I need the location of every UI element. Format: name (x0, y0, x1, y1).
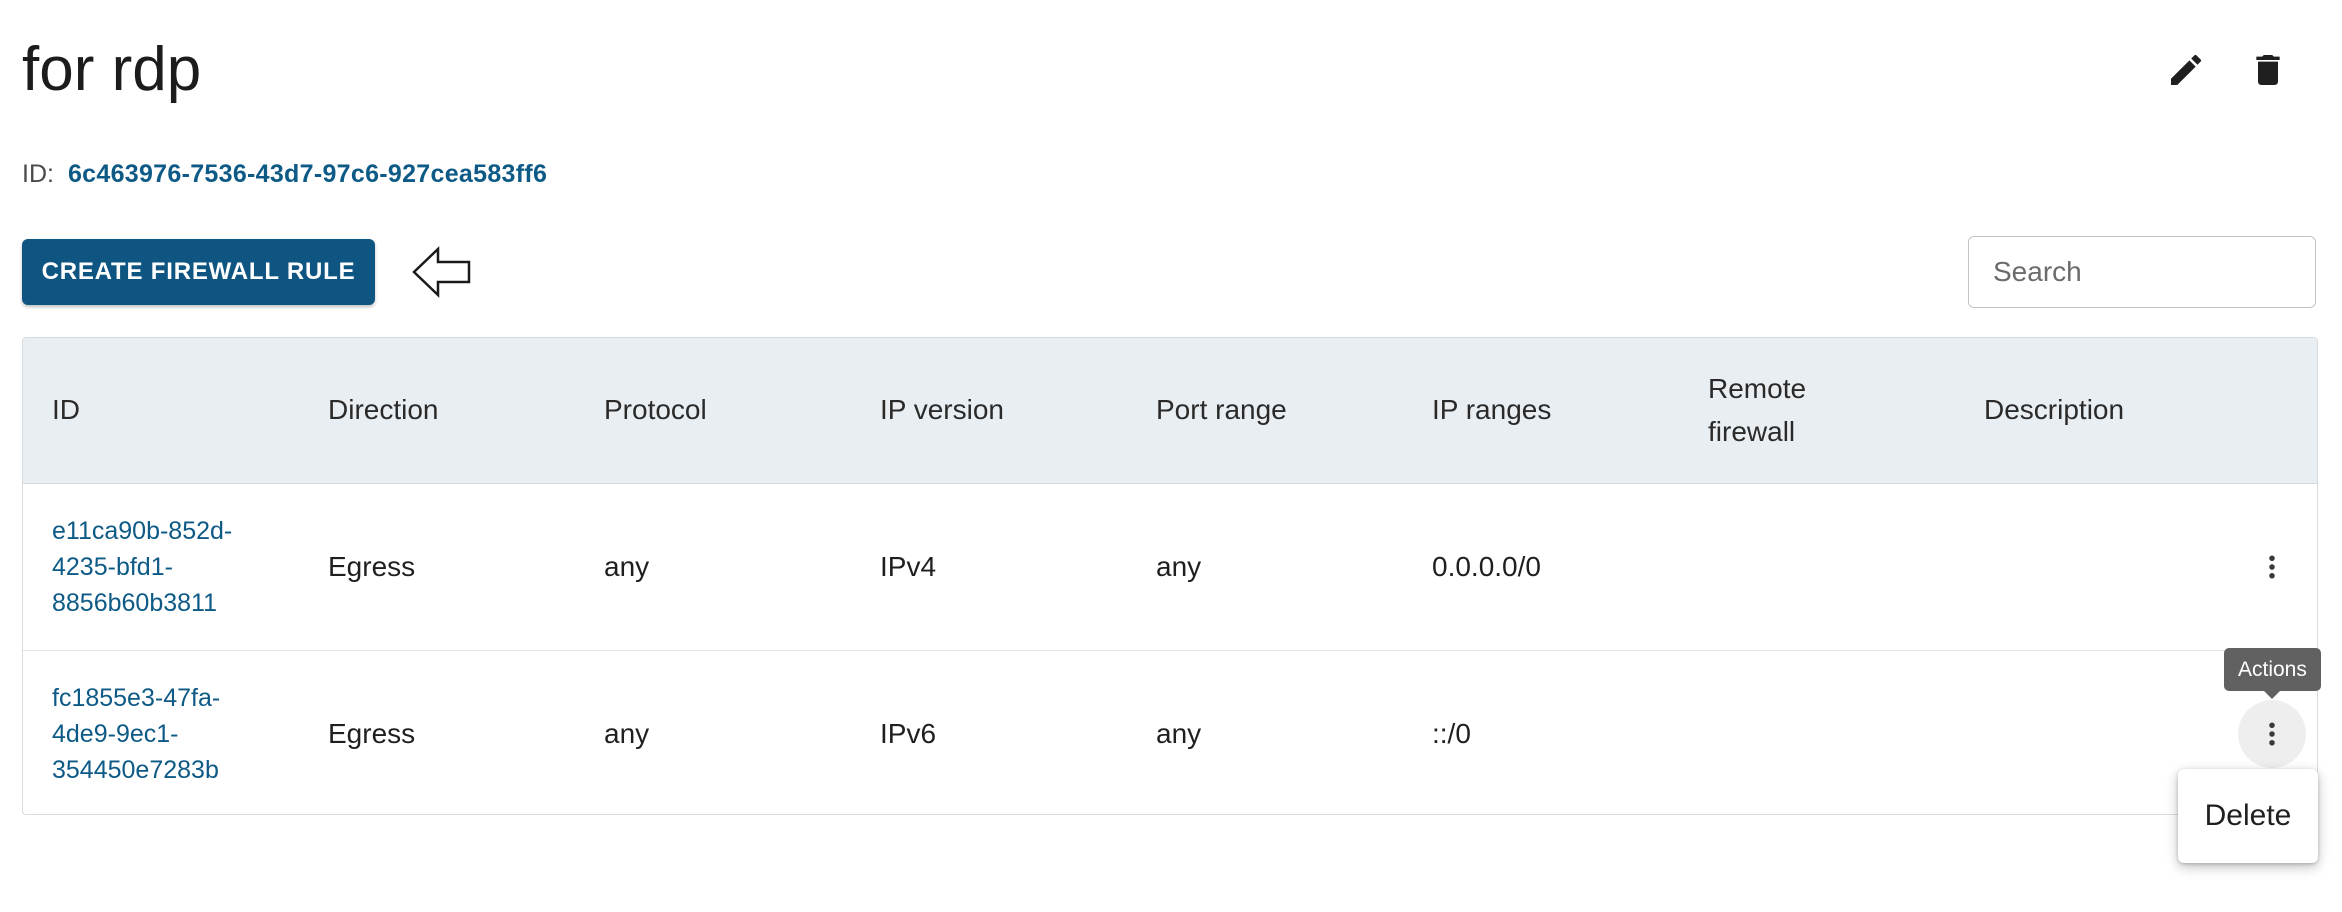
column-header-remote-firewall[interactable]: Remote firewall (1708, 367, 1848, 453)
cell-protocol: any (604, 718, 650, 749)
row-actions-button[interactable] (2238, 700, 2306, 768)
delete-button[interactable] (2246, 48, 2290, 92)
column-header-port-range[interactable]: Port range (1156, 388, 1287, 431)
row-actions-menu: Delete (2178, 769, 2318, 863)
rule-id-line: 8856b60b3811 (52, 589, 217, 617)
cell-direction: Egress (328, 551, 416, 582)
table-header: ID Direction Protocol IP version Port ra… (23, 338, 2317, 484)
menu-item-delete[interactable]: Delete (2178, 769, 2318, 863)
page-title: for rdp (22, 35, 202, 104)
actions-tooltip: Actions (2224, 648, 2321, 699)
rule-id-line: e11ca90b-852d- (52, 517, 233, 545)
table-row: e11ca90b-852d- 4235-bfd1- 8856b60b3811 E… (23, 484, 2317, 651)
column-header-protocol[interactable]: Protocol (604, 388, 707, 431)
edit-button[interactable] (2164, 48, 2208, 92)
cell-ip-ranges: ::/0 (1432, 718, 1471, 749)
row-actions-button[interactable] (2238, 533, 2306, 601)
column-header-ip-ranges[interactable]: IP ranges (1432, 388, 1551, 431)
rule-id-line: 354450e7283b (52, 756, 219, 784)
column-header-id[interactable]: ID (52, 388, 80, 431)
create-firewall-rule-button[interactable]: CREATE FIREWALL RULE (22, 239, 375, 305)
firewall-detail-page: for rdp ID: 6c463976-7536-43d7-97c6-927c… (0, 0, 2342, 912)
table-row: fc1855e3-47fa- 4de9-9ec1- 354450e7283b E… (23, 651, 2317, 814)
arrow-left-outline-icon (412, 246, 471, 298)
rule-id-line: 4de9-9ec1- (52, 720, 179, 748)
rule-id-line: 4235-bfd1- (52, 553, 173, 581)
rule-id-link[interactable]: fc1855e3-47fa- 4de9-9ec1- 354450e7283b (52, 680, 220, 788)
rule-id-line: fc1855e3-47fa- (52, 684, 221, 712)
column-header-ip-version[interactable]: IP version (880, 388, 1004, 431)
trash-icon (2256, 55, 2280, 85)
search-input[interactable] (1968, 236, 2316, 308)
cell-direction: Egress (328, 718, 416, 749)
id-value: 6c463976-7536-43d7-97c6-927cea583ff6 (67, 160, 548, 188)
cell-ip-version: IPv6 (880, 718, 937, 749)
column-header-direction[interactable]: Direction (328, 388, 438, 431)
more-vert-icon (2269, 722, 2275, 746)
rule-id-link[interactable]: e11ca90b-852d- 4235-bfd1- 8856b60b3811 (52, 513, 232, 621)
resource-id-row: ID: 6c463976-7536-43d7-97c6-927cea583ff6 (22, 160, 547, 189)
cell-protocol: any (604, 551, 650, 582)
pencil-icon (2171, 54, 2202, 85)
cell-ip-version: IPv4 (880, 551, 937, 582)
column-header-description[interactable]: Description (1984, 388, 2124, 431)
cell-ip-ranges: 0.0.0.0/0 (1432, 551, 1541, 582)
id-label: ID: (22, 160, 54, 188)
header-actions (2164, 48, 2290, 92)
cell-port-range: any (1156, 551, 1202, 582)
more-vert-icon (2269, 555, 2275, 579)
cell-port-range: any (1156, 718, 1202, 749)
firewall-rules-table: ID Direction Protocol IP version Port ra… (22, 337, 2318, 815)
